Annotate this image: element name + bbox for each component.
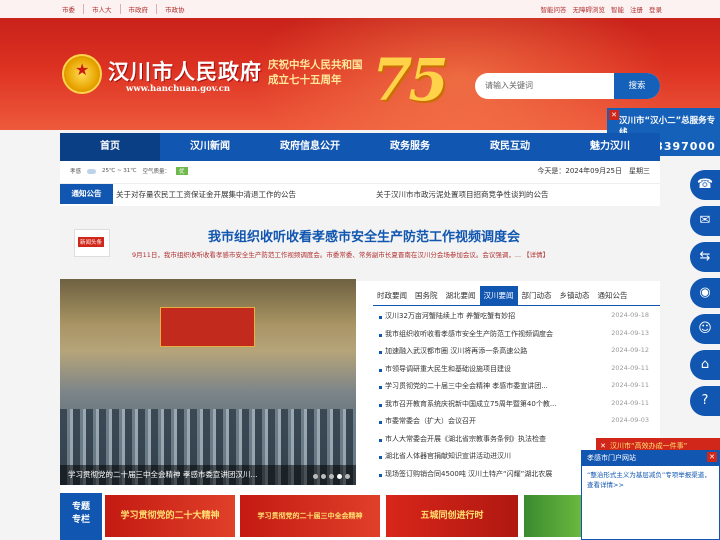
popup-window: 孝感市门户网站 “整治形式主义为基层减负”专项举报渠道，查看详情>> xyxy=(581,450,720,540)
headline-summary[interactable]: 9月11日，我市组织收听收看孝感市安全生产防范工作视频调度会。市委常委、常务副市… xyxy=(132,249,549,259)
mail-icon[interactable]: ✉ xyxy=(690,206,720,236)
news-item[interactable]: 我市召开教育系统庆祝新中国成立75周年暨第40个教... 2024-09-11 xyxy=(379,399,649,417)
right-float-sidebar: ☎ ✉ ⇆ ◉ ☺ ⌂ ? xyxy=(690,170,720,422)
top-right-links: 智能问答 无障碍浏览 智能 注册 登录 xyxy=(541,4,663,14)
accessibility-link[interactable]: 无障碍浏览 xyxy=(573,4,606,14)
special-topics-label: 专题 专栏 xyxy=(60,493,102,540)
hotline-close-icon[interactable]: ✕ xyxy=(609,110,619,120)
carousel-dot-active[interactable] xyxy=(337,474,342,479)
headline-badge: 新闻头条 xyxy=(74,229,110,257)
news-tabs: 时政要闻 国务院 湖北要闻 汉川要闻 部门动态 乡镇动态 通知公告 xyxy=(373,286,660,306)
bank-icon[interactable]: ⌂ xyxy=(690,350,720,380)
smart-qa-link[interactable]: 智能问答 xyxy=(541,4,567,14)
weibo-icon[interactable]: ◉ xyxy=(690,278,720,308)
carousel-dot[interactable] xyxy=(345,474,350,479)
cloud-icon xyxy=(87,168,97,174)
notice-tag[interactable]: 通知公告 xyxy=(60,184,113,204)
carousel-dots xyxy=(313,474,350,479)
headline-title[interactable]: 我市组织收听收看孝感市安全生产防范工作视频调度会 xyxy=(208,226,520,245)
nav-news[interactable]: 汉川新闻 xyxy=(160,133,260,161)
photo-stage-backdrop xyxy=(160,307,255,347)
register-link[interactable]: 注册 xyxy=(630,4,643,14)
main-content: 孝感 25℃ ~ 31℃ 空气质量： 优 今天是：2024年09月25日 星期三… xyxy=(60,161,660,540)
news-item[interactable]: 学习贯彻党的二十届三中全会精神 孝感市委宣讲团... 2024-09-11 xyxy=(379,381,649,399)
wechat-icon[interactable]: ☺ xyxy=(690,314,720,344)
popup-close-icon[interactable]: ✕ xyxy=(707,452,717,462)
carousel-dot[interactable] xyxy=(329,474,334,479)
carousel-dot[interactable] xyxy=(321,474,326,479)
link-city-cppcc[interactable]: 市政协 xyxy=(157,4,193,14)
news-item[interactable]: 市领导调研重大民生和基础设施项目建设 2024-09-11 xyxy=(379,364,649,382)
tab-politics[interactable]: 时政要闻 xyxy=(373,286,411,305)
help-icon[interactable]: ? xyxy=(690,386,720,416)
anniversary-line-2: 成立七十五周年 xyxy=(268,74,342,86)
nav-interaction[interactable]: 政民互动 xyxy=(460,133,560,161)
special-topics: 专题 专栏 学习贯彻党的二十大精神 学习贯彻党的二十届三中全会精神 五城同创进行… xyxy=(60,493,660,540)
anniversary-line-1: 庆祝中华人民共和国 xyxy=(268,59,363,71)
headline-section: 新闻头条 我市组织收听收看孝感市安全生产防范工作视频调度会 9月11日，我市组织… xyxy=(60,206,660,281)
news-item[interactable]: 汉川32万亩河蟹陆续上市 养蟹吃蟹有妙招 2024-09-18 xyxy=(379,311,649,329)
smart-link[interactable]: 智能 xyxy=(611,4,624,14)
news-item[interactable]: 我市组织收听收看孝感市安全生产防范工作视频调度会 2024-09-13 xyxy=(379,329,649,347)
nav-home[interactable]: 首页 xyxy=(60,133,160,161)
anniversary-text: 庆祝中华人民共和国 成立七十五周年 xyxy=(268,58,363,88)
air-quality-label: 空气质量： xyxy=(142,169,170,175)
topic-banner-five-cities[interactable]: 五城同创进行时 xyxy=(386,495,518,537)
tab-notices[interactable]: 通知公告 xyxy=(594,286,632,305)
news-item[interactable]: 加速融入武汉都市圈 汉川将再添一条高速公路 2024-09-12 xyxy=(379,346,649,364)
site-name[interactable]: 汉川市人民政府 xyxy=(108,56,262,86)
main-nav: 首页 汉川新闻 政府信息公开 政务服务 政民互动 魅力汉川 xyxy=(60,133,660,161)
weather-widget: 孝感 25℃ ~ 31℃ 空气质量： 优 xyxy=(70,167,188,175)
nav-gov-services[interactable]: 政务服务 xyxy=(360,133,460,161)
nav-charm[interactable]: 魅力汉川 xyxy=(560,133,660,161)
phone-icon[interactable]: ☎ xyxy=(690,170,720,200)
tab-state-council[interactable]: 国务院 xyxy=(411,286,442,305)
tab-towns[interactable]: 乡镇动态 xyxy=(556,286,594,305)
topic-banner-third-plenum[interactable]: 学习贯彻党的二十届三中全会精神 xyxy=(240,495,380,537)
special-label-line: 专栏 xyxy=(71,515,90,525)
tab-hanchuan[interactable]: 汉川要闻 xyxy=(479,286,518,305)
air-quality-badge: 优 xyxy=(176,167,188,175)
photo-caption[interactable]: 学习贯彻党的二十届三中全会精神 孝感市委宣讲团汉川... xyxy=(60,465,356,485)
weather-temp: 25℃ ~ 31℃ xyxy=(102,168,137,174)
topic-banner-green[interactable] xyxy=(524,495,584,537)
notice-bar: 通知公告 关于对存量农民工工资保证金开展集中清退工作的公告 关于汉川市市政污泥处… xyxy=(60,183,660,204)
national-emblem-icon xyxy=(62,54,102,94)
nav-info-disclosure[interactable]: 政府信息公开 xyxy=(260,133,360,161)
tab-departments[interactable]: 部门动态 xyxy=(518,286,556,305)
special-label-line: 专题 xyxy=(71,502,90,512)
anniversary-75-logo: 75 xyxy=(372,46,449,114)
top-bar: 市委 市人大 市政府 市政协 智能问答 无障碍浏览 智能 注册 登录 xyxy=(0,0,720,18)
weather-city: 孝感 xyxy=(70,169,82,175)
link-city-government[interactable]: 市政府 xyxy=(121,4,157,14)
tab-hubei[interactable]: 湖北要闻 xyxy=(442,286,480,305)
search-box: 请输入关键词 搜索 xyxy=(475,73,660,99)
notice-item[interactable]: 关于汉川市市政污泥处置项目招商竞争性谈判的公告 xyxy=(376,189,549,200)
link-city-congress[interactable]: 市人大 xyxy=(84,4,121,14)
popup-header: 孝感市门户网站 xyxy=(582,451,719,466)
share-icon[interactable]: ⇆ xyxy=(690,242,720,272)
top-links: 市委 市人大 市政府 市政协 xyxy=(62,4,193,14)
headline-badge-label: 新闻头条 xyxy=(78,237,105,247)
search-button[interactable]: 搜索 xyxy=(614,73,660,99)
link-city-committee[interactable]: 市委 xyxy=(62,4,84,14)
carousel-dot[interactable] xyxy=(313,474,318,479)
login-link[interactable]: 登录 xyxy=(649,4,662,14)
search-input[interactable]: 请输入关键词 xyxy=(485,80,533,91)
popup-body[interactable]: “整治形式主义为基层减负”专项举报渠道，查看详情>> xyxy=(582,466,719,494)
news-item[interactable]: 市委常委会（扩大）会议召开 2024-09-03 xyxy=(379,416,649,434)
date-text: 今天是：2024年09月25日 星期三 xyxy=(537,167,650,175)
notice-item[interactable]: 关于对存量农民工工资保证金开展集中清退工作的公告 xyxy=(116,189,296,200)
site-url: www.hanchuan.gov.cn xyxy=(126,84,231,94)
topic-banner-20th-congress[interactable]: 学习贯彻党的二十大精神 xyxy=(105,495,235,537)
news-photo-carousel[interactable]: 学习贯彻党的二十届三中全会精神 孝感市委宣讲团汉川... xyxy=(60,279,356,485)
